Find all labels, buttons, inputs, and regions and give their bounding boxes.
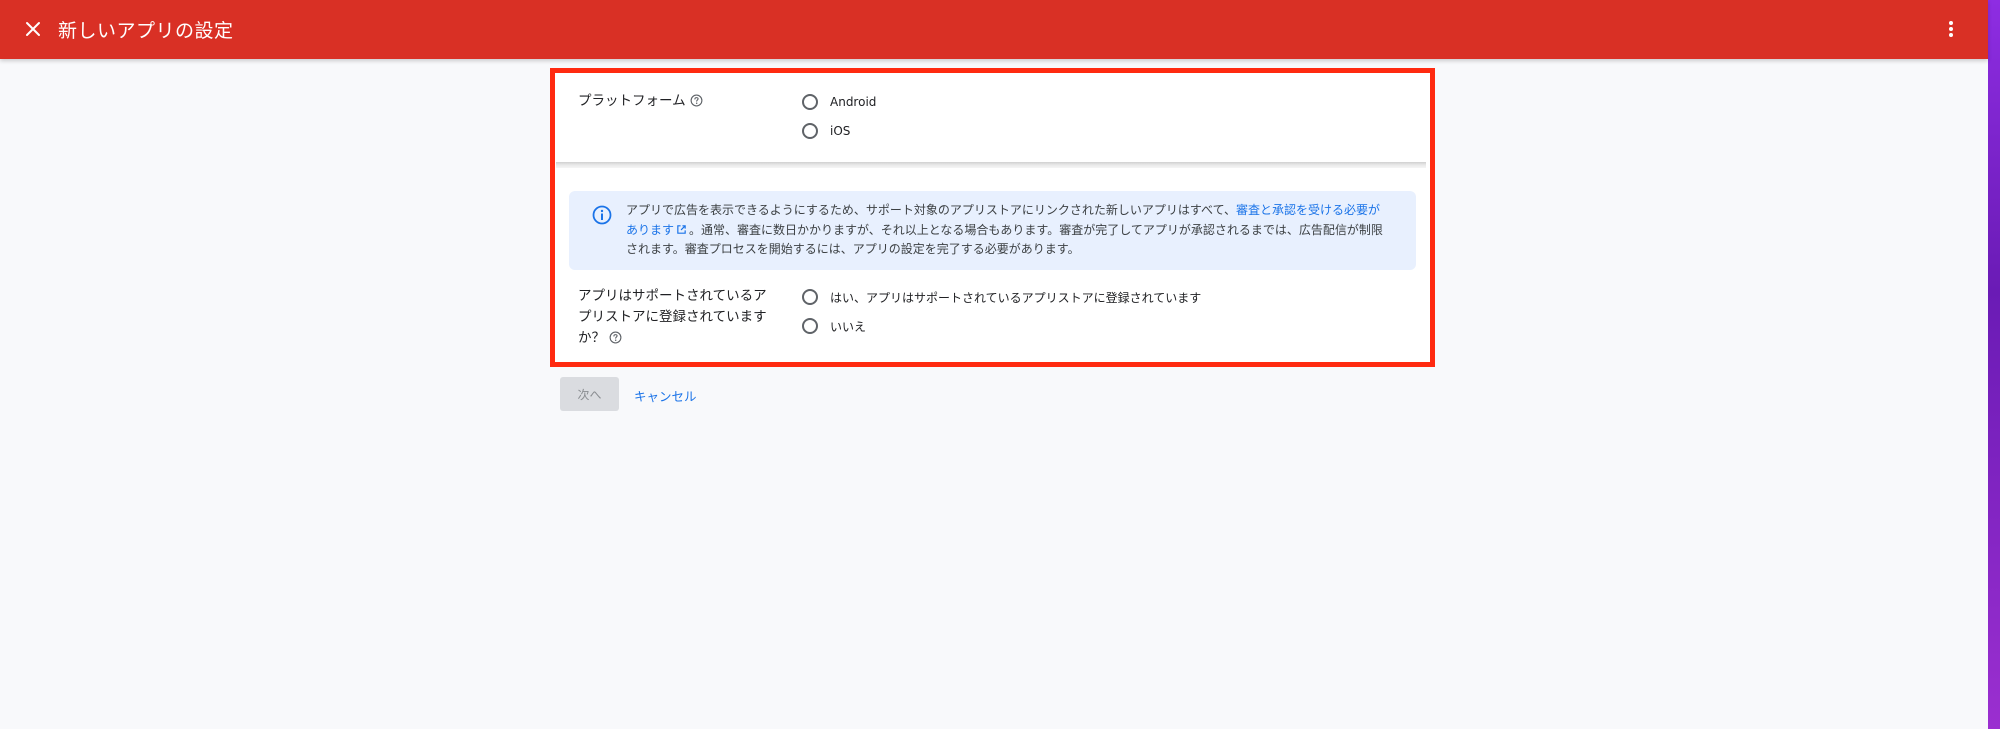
radio-option-android[interactable]: Android — [802, 91, 876, 113]
store-question-text: アプリはサポートされているアプリストアに登録されていますか？ — [578, 288, 767, 346]
radio-button[interactable] — [802, 289, 818, 305]
more-options-button[interactable] — [1936, 14, 1966, 44]
app-header: 新しいアプリの設定 — [0, 0, 1988, 59]
cancel-button[interactable]: キャンセル — [634, 386, 697, 405]
platform-label: プラットフォーム — [578, 93, 686, 109]
next-button[interactable]: 次へ — [560, 377, 619, 411]
open-in-new-icon[interactable] — [676, 224, 687, 235]
help-circle-icon[interactable] — [609, 331, 622, 344]
close-icon — [26, 22, 40, 36]
info-text-after: 。通常、審査に数日かかりますが、それ以上となる場合もあります。審査が完了してアプ… — [626, 222, 1383, 257]
store-question-label: アプリはサポートされているアプリストアに登録されていますか？ — [578, 286, 778, 349]
more-vert-icon — [1949, 21, 1953, 37]
info-text: アプリで広告を表示できるようにするため、サポート対象のアプリストアにリンクされた… — [626, 201, 1386, 260]
info-text-before: アプリで広告を表示できるようにするため、サポート対象のアプリストアにリンクされた… — [626, 203, 1236, 217]
page-title: 新しいアプリの設定 — [58, 20, 234, 42]
radio-label: Android — [830, 95, 877, 109]
radio-option-no[interactable]: いいえ — [802, 315, 866, 337]
section-divider — [556, 162, 1426, 168]
radio-option-yes[interactable]: はい、アプリはサポートされているアプリストアに登録されています — [802, 286, 1201, 308]
radio-label: いいえ — [830, 319, 867, 334]
window-edge-strip — [1988, 0, 2000, 729]
radio-button[interactable] — [802, 318, 818, 334]
radio-button[interactable] — [802, 123, 818, 139]
radio-label: iOS — [830, 124, 851, 138]
platform-label-row: プラットフォーム — [578, 91, 703, 112]
radio-button[interactable] — [802, 94, 818, 110]
info-icon — [592, 205, 612, 225]
close-button[interactable] — [18, 14, 48, 44]
radio-label: はい、アプリはサポートされているアプリストアに登録されています — [830, 290, 1202, 305]
info-banner: アプリで広告を表示できるようにするため、サポート対象のアプリストアにリンクされた… — [569, 191, 1416, 270]
radio-option-ios[interactable]: iOS — [802, 120, 850, 142]
help-circle-icon[interactable] — [690, 94, 703, 107]
